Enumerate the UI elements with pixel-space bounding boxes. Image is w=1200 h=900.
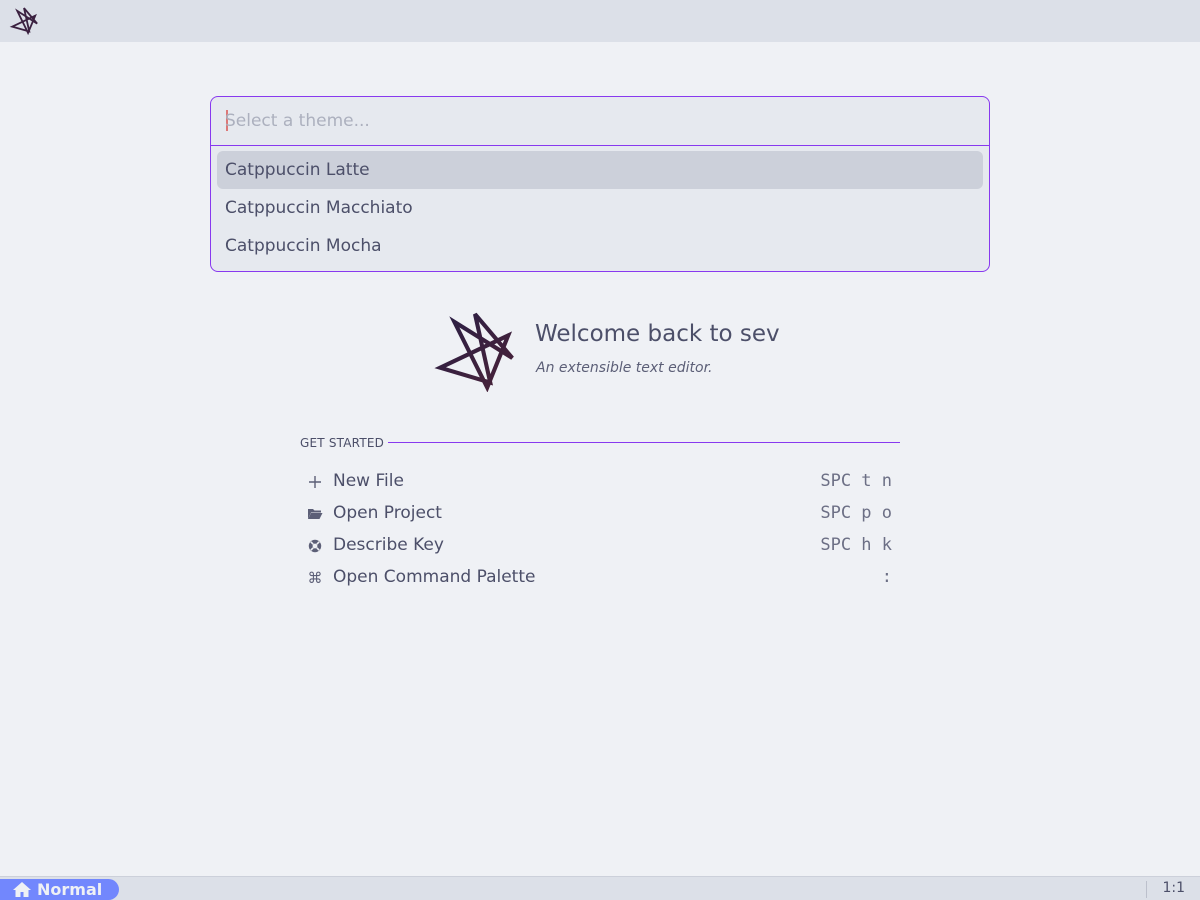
- theme-item-latte[interactable]: Catppuccin Latte: [217, 151, 983, 189]
- plus-icon: [306, 472, 324, 492]
- cursor-position: 1:1: [1162, 880, 1185, 896]
- theme-picker: Catppuccin Latte Catppuccin Macchiato Ca…: [210, 96, 990, 272]
- titlebar: [0, 0, 1200, 42]
- action-label: Open Project: [333, 503, 442, 523]
- theme-search-input[interactable]: [225, 97, 965, 145]
- sev-logo-icon: [434, 312, 514, 392]
- status-separator: [1146, 881, 1147, 898]
- lifebuoy-icon: [306, 536, 324, 556]
- describe-key-action[interactable]: Describe Key SPC h k: [300, 530, 900, 562]
- action-shortcut: SPC h k: [820, 535, 892, 555]
- welcome-title: Welcome back to sev: [535, 321, 780, 347]
- welcome-banner: Welcome back to sev An extensible text e…: [434, 310, 834, 394]
- mode-indicator: Normal: [0, 879, 119, 900]
- theme-list: Catppuccin Latte Catppuccin Macchiato Ca…: [217, 151, 983, 265]
- open-project-action[interactable]: Open Project SPC p o: [300, 498, 900, 530]
- get-started-actions: New File SPC t n Open Project SPC p o De…: [300, 466, 900, 594]
- mode-label: Normal: [37, 880, 103, 899]
- folder-open-icon: [306, 504, 324, 524]
- action-shortcut: SPC p o: [820, 503, 892, 523]
- statusbar: Normal 1:1: [0, 876, 1200, 900]
- theme-item-macchiato[interactable]: Catppuccin Macchiato: [217, 189, 983, 227]
- action-label: New File: [333, 471, 404, 491]
- theme-search-box: [211, 97, 989, 146]
- get-started-header: GET STARTED: [300, 436, 900, 452]
- action-shortcut: SPC t n: [820, 471, 892, 491]
- theme-item-mocha[interactable]: Catppuccin Mocha: [217, 227, 983, 265]
- command-icon: ⌘: [307, 569, 323, 587]
- get-started-label: GET STARTED: [300, 436, 385, 450]
- app-logo-icon[interactable]: [9, 6, 39, 36]
- section-divider: [388, 442, 900, 443]
- new-file-action[interactable]: New File SPC t n: [300, 466, 900, 498]
- command-palette-action[interactable]: ⌘ Open Command Palette :: [300, 562, 900, 594]
- action-label: Open Command Palette: [333, 567, 536, 587]
- welcome-subtitle: An extensible text editor.: [536, 360, 713, 376]
- action-shortcut: :: [881, 567, 892, 587]
- action-label: Describe Key: [333, 535, 444, 555]
- home-icon: [13, 882, 31, 897]
